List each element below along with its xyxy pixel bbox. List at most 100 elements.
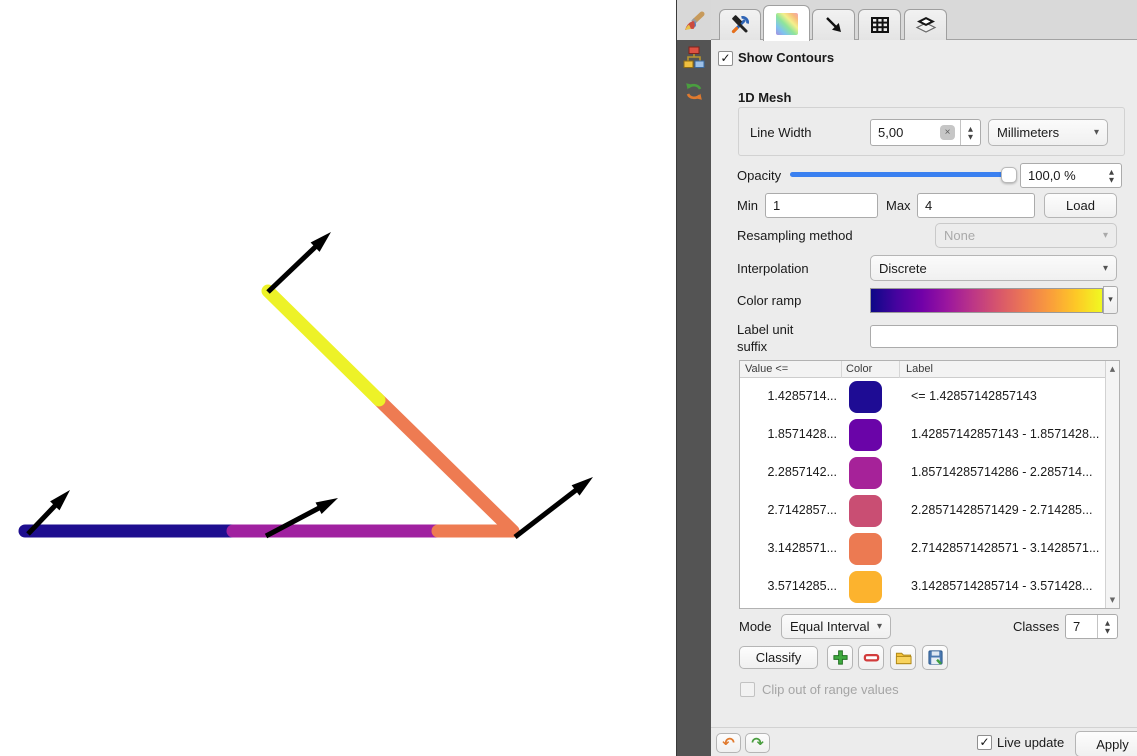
- table-row[interactable]: 1.4285714...<= 1.42857142857143: [740, 378, 1106, 416]
- classify-button[interactable]: Classify: [739, 646, 818, 669]
- live-update-label: Live update: [997, 735, 1064, 750]
- class-value: 3.5714285...: [740, 579, 837, 593]
- class-value: 1.4285714...: [740, 389, 837, 403]
- line-width-spinbox[interactable]: 5,00 × ▲▼: [870, 119, 981, 146]
- edge-class-orange: [377, 398, 513, 531]
- classes-value: 7: [1066, 619, 1097, 634]
- table-row[interactable]: 2.7142857... 2.28571428571429 - 2.714285.…: [740, 492, 1106, 530]
- save-classes-button[interactable]: [922, 645, 948, 670]
- tab-vectors[interactable]: [812, 9, 855, 40]
- clear-value-icon[interactable]: ×: [940, 125, 955, 140]
- label-suffix-input[interactable]: [870, 325, 1118, 348]
- mesh-group-title: 1D Mesh: [738, 90, 791, 105]
- tab-mesh-frame[interactable]: [858, 9, 901, 40]
- tab-contours[interactable]: [763, 5, 810, 41]
- tab-stacked-meshes[interactable]: [904, 9, 947, 40]
- table-row[interactable]: 2.2857142... 1.85714285714286 - 2.285714.…: [740, 454, 1106, 492]
- minus-icon: [863, 649, 880, 666]
- chevron-down-icon: ▾: [1103, 230, 1108, 241]
- map-canvas[interactable]: [0, 0, 676, 756]
- paintbrush-icon[interactable]: [683, 9, 705, 35]
- symbology-tab-bar: [711, 0, 1137, 40]
- column-header-label[interactable]: Label: [906, 363, 933, 375]
- layer-tree-icon[interactable]: [683, 45, 705, 71]
- table-row[interactable]: 3.1428571...2.71428571428571 - 3.1428571…: [740, 530, 1106, 568]
- min-input[interactable]: 1: [765, 193, 878, 218]
- add-class-button[interactable]: [827, 645, 853, 670]
- flow-arrow: [268, 232, 331, 292]
- line-width-value: 5,00: [871, 125, 940, 140]
- class-color-swatch[interactable]: [849, 571, 882, 603]
- table-scrollbar[interactable]: ▲ ▼: [1105, 361, 1119, 608]
- chevron-down-icon: ▾: [877, 621, 882, 632]
- max-input[interactable]: 4: [917, 193, 1035, 218]
- class-color-swatch[interactable]: [849, 533, 882, 565]
- classes-spinbox[interactable]: 7 ▲▼: [1065, 614, 1118, 639]
- load-classes-button[interactable]: [890, 645, 916, 670]
- show-contours-label: Show Contours: [738, 50, 834, 65]
- classes-label: Classes: [1013, 619, 1059, 634]
- class-value: 2.2857142...: [740, 465, 837, 479]
- mode-label: Mode: [739, 619, 772, 634]
- min-value: 1: [773, 198, 780, 213]
- color-ramp-preview[interactable]: [870, 288, 1103, 313]
- opacity-slider-handle[interactable]: [1001, 167, 1017, 183]
- class-value: 2.7142857...: [740, 503, 837, 517]
- folder-icon: [895, 649, 912, 666]
- class-color-swatch[interactable]: [849, 457, 882, 489]
- undo-icon: ↶: [722, 736, 735, 751]
- table-row[interactable]: 1.8571428...1.42857142857143 - 1.8571428…: [740, 416, 1106, 454]
- class-label: 3.14285714285714 - 3.571428...: [911, 579, 1092, 593]
- table-row[interactable]: 3.5714285... 3.14285714285714 - 3.571428.…: [740, 568, 1106, 606]
- plus-icon: [832, 649, 849, 666]
- class-color-swatch: [849, 608, 882, 609]
- color-gradient-icon: [776, 13, 798, 35]
- remove-class-button[interactable]: [858, 645, 884, 670]
- apply-button[interactable]: Apply: [1075, 731, 1137, 756]
- chevron-down-icon: ▾: [1094, 127, 1099, 138]
- class-color-swatch[interactable]: [849, 419, 882, 451]
- resampling-label: Resampling method: [737, 228, 853, 243]
- scroll-up-icon[interactable]: ▲: [1106, 365, 1119, 373]
- class-label: 1.85714285714286 - 2.285714...: [911, 465, 1092, 479]
- column-header-value[interactable]: Value <=: [745, 363, 788, 375]
- interpolation-value: Discrete: [879, 261, 927, 276]
- classes-table[interactable]: Value <= Color Label 1.4285714...<= 1.42…: [739, 360, 1120, 609]
- mode-combo[interactable]: Equal Interval ▾: [781, 614, 891, 639]
- spin-arrows[interactable]: ▲▼: [1102, 164, 1121, 187]
- redo-button[interactable]: ↷: [745, 733, 770, 753]
- opacity-slider-fill: [790, 172, 1016, 177]
- history-icon[interactable]: [683, 79, 705, 105]
- clip-label: Clip out of range values: [762, 682, 899, 697]
- clip-checkbox: ✓: [740, 682, 755, 697]
- scroll-down-icon[interactable]: ▼: [1106, 596, 1119, 604]
- color-ramp-dropdown-button[interactable]: ▾: [1103, 286, 1118, 314]
- label-suffix-label: Label unit suffix: [737, 321, 817, 355]
- show-contours-checkbox[interactable]: ✓: [718, 51, 733, 66]
- interpolation-combo[interactable]: Discrete ▾: [870, 255, 1117, 281]
- max-value: 4: [925, 198, 932, 213]
- styling-panel-strip: [677, 0, 711, 756]
- opacity-spinbox[interactable]: 100,0 % ▲▼: [1020, 163, 1122, 188]
- class-label: 2.71428571428571 - 3.1428571...: [911, 541, 1099, 555]
- load-button[interactable]: Load: [1044, 193, 1117, 218]
- class-label: 1.42857142857143 - 1.8571428...: [911, 427, 1099, 441]
- class-color-swatch[interactable]: [849, 495, 882, 527]
- flow-arrow: [515, 477, 593, 537]
- classes-table-header: Value <= Color Label: [740, 361, 1119, 378]
- min-label: Min: [737, 198, 758, 213]
- class-color-swatch[interactable]: [849, 381, 882, 413]
- undo-button[interactable]: ↶: [716, 733, 741, 753]
- live-update-checkbox[interactable]: ✓: [977, 735, 992, 750]
- table-row-partial[interactable]: [740, 606, 1106, 609]
- tab-general[interactable]: [719, 9, 761, 40]
- opacity-label: Opacity: [737, 168, 781, 183]
- spin-arrows[interactable]: ▲▼: [960, 120, 980, 145]
- edge-class-yellow: [268, 291, 379, 400]
- class-label: 2.28571428571429 - 2.714285...: [911, 503, 1092, 517]
- mesh-canvas-svg: [0, 0, 676, 756]
- mode-value: Equal Interval: [790, 619, 870, 634]
- spin-arrows[interactable]: ▲▼: [1097, 615, 1117, 638]
- line-width-unit-combo[interactable]: Millimeters ▾: [988, 119, 1108, 146]
- column-header-color[interactable]: Color: [846, 363, 872, 375]
